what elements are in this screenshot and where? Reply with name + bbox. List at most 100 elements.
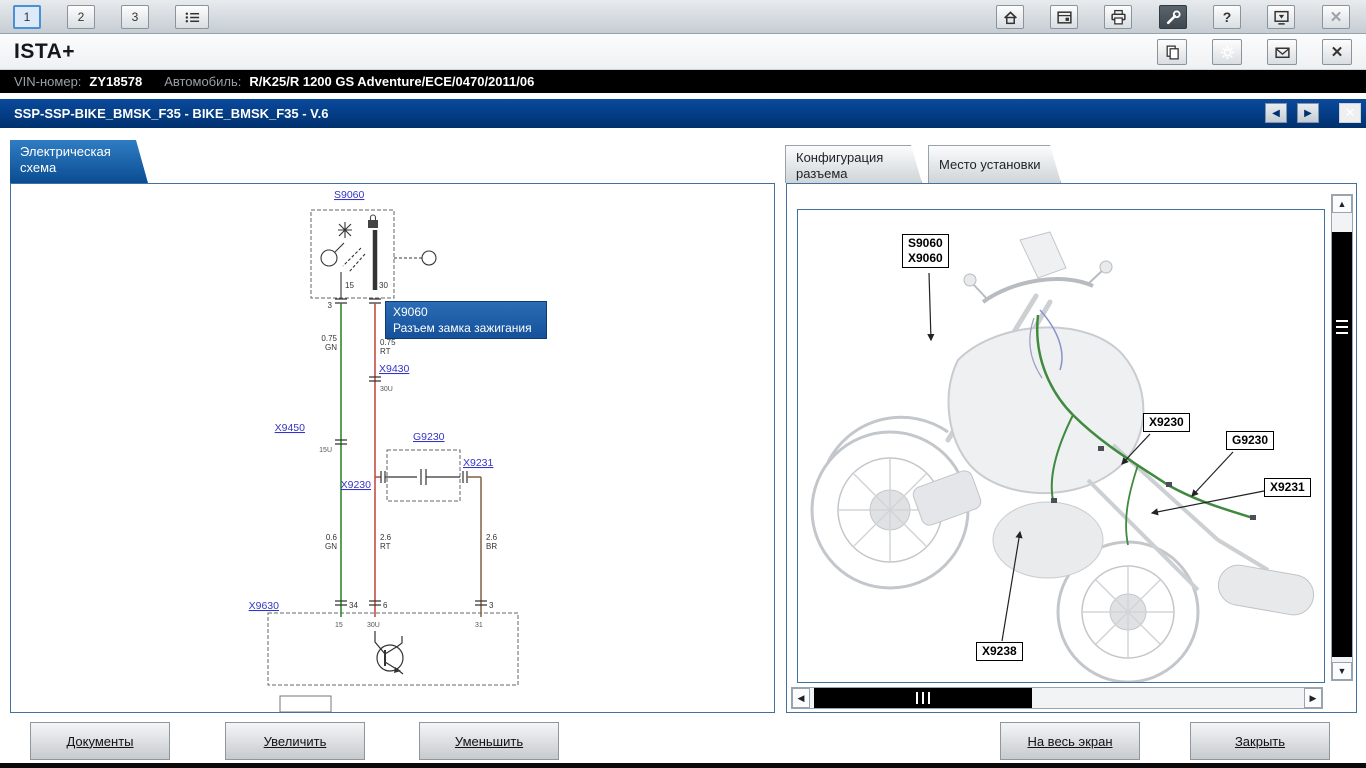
help-button[interactable]: ?	[1213, 5, 1241, 29]
wire-label: 2.6	[380, 533, 392, 542]
form-window-icon	[1056, 9, 1073, 26]
schematic-link-x9450[interactable]: X9450	[275, 422, 306, 434]
schematic-link-s9060[interactable]: S9060	[334, 189, 365, 201]
fullscreen-button[interactable]: На весь экран	[1000, 722, 1140, 760]
scroll-right-button[interactable]: ▶	[1304, 688, 1322, 708]
next-document-button[interactable]: ▶	[1297, 103, 1319, 123]
close-document-button[interactable]: ✕	[1339, 103, 1361, 123]
workflow-tab-2-button[interactable]: 2	[67, 5, 95, 29]
vertical-scrollbar-thumb[interactable]	[1332, 232, 1352, 657]
wire-label: 0.75	[380, 338, 396, 347]
tab-electrical-schematic[interactable]: Электрическая схема	[10, 140, 148, 183]
wire-label: 0.75	[321, 334, 337, 343]
vin-value: ZY18578	[89, 74, 142, 89]
arrow-right-icon: ▶	[1310, 693, 1317, 704]
connector-x9231-symbol	[463, 471, 467, 483]
callout-label: X9230	[1149, 415, 1184, 429]
workflow-tab-1-button[interactable]: 1	[13, 5, 41, 29]
callout-label: X9060	[908, 251, 943, 266]
schematic-link-x9630[interactable]: X9630	[249, 600, 280, 612]
terminal-label: 31	[475, 622, 483, 629]
switch-pin-30: 30	[379, 281, 388, 290]
tab-label: Место установки	[939, 157, 1041, 172]
scroll-left-button[interactable]: ◀	[792, 688, 810, 708]
tab-installation-location[interactable]: Место установки	[928, 145, 1061, 183]
vertical-scrollbar: ▲ ▼	[1331, 194, 1353, 681]
schematic-link-g9230[interactable]: G9230	[413, 431, 445, 443]
home-button[interactable]	[996, 5, 1024, 29]
tab-label: Электрическая схема	[20, 144, 111, 175]
callout-x9238[interactable]: X9238	[976, 642, 1023, 661]
wrench-icon	[1165, 9, 1182, 26]
partial-component-box	[280, 696, 331, 712]
wire-label: GN	[325, 343, 337, 352]
chevron-left-icon: ◀	[1272, 108, 1280, 119]
close-icon: ✕	[1331, 43, 1344, 61]
footer-bar: Документы Увеличить Уменьшить На весь эк…	[0, 713, 1366, 763]
operations-list-button[interactable]	[175, 5, 209, 29]
vehicle-details-button[interactable]	[1050, 5, 1078, 29]
g9230-element	[385, 469, 460, 485]
handlebar	[983, 279, 1093, 302]
copy-document-button[interactable]	[1157, 39, 1187, 65]
scroll-down-button[interactable]: ▼	[1332, 662, 1352, 680]
pin-label: 30U	[380, 386, 393, 393]
wire-label: GN	[325, 542, 337, 551]
exhaust-muffler	[1215, 562, 1316, 618]
windscreen	[1020, 232, 1066, 278]
workflow-tab-3-label: 3	[132, 10, 139, 24]
arrow-up-icon: ▲	[1338, 199, 1347, 209]
callout-x9231[interactable]: X9231	[1264, 478, 1311, 497]
messages-button[interactable]	[1267, 39, 1297, 65]
close-session-button[interactable]: ✕	[1322, 39, 1352, 65]
documents-button[interactable]: Документы	[30, 722, 170, 760]
close-icon: ✕	[1345, 105, 1356, 121]
tooltip-text: Разъем замка зажигания	[393, 320, 539, 336]
pin-label: 34	[349, 601, 358, 610]
copy-document-icon	[1164, 44, 1181, 61]
schematic-link-x9231[interactable]: X9231	[463, 457, 494, 469]
scroll-up-button[interactable]: ▲	[1332, 195, 1352, 213]
schematic-link-x9230[interactable]: X9230	[341, 479, 372, 491]
wire-label: BR	[486, 542, 497, 551]
workflow-tab-3-button[interactable]: 3	[121, 5, 149, 29]
terminal-label: 30U	[367, 622, 380, 629]
arrow-down-icon: ▼	[1338, 666, 1347, 676]
service-functions-button[interactable]	[1159, 5, 1187, 29]
front-fender	[828, 417, 948, 462]
toggle-view-button[interactable]	[1267, 5, 1295, 29]
workflow-tab-2-label: 2	[78, 10, 85, 24]
printer-icon	[1110, 9, 1127, 26]
app-header: ISTA+ ✕	[0, 34, 1366, 70]
callout-label: X9238	[982, 644, 1017, 658]
help-icon: ?	[1223, 9, 1232, 25]
arrow-left-icon: ◀	[798, 693, 805, 704]
vehicle-value: R/K25/R 1200 GS Adventure/ECE/0470/2011/…	[249, 74, 534, 89]
schematic-link-x9430[interactable]: X9430	[379, 363, 410, 375]
vin-label: VIN-номер:	[14, 74, 81, 89]
callout-x9230[interactable]: X9230	[1143, 413, 1190, 432]
callout-s9060-x9060[interactable]: S9060 X9060	[902, 234, 949, 268]
document-title-bar: SSP-SSP-BIKE_BMSK_F35 - BIKE_BMSK_F35 - …	[0, 99, 1366, 128]
wire-label: 0.6	[326, 533, 338, 542]
tab-connector-configuration[interactable]: Конфигурация разъема	[785, 145, 922, 183]
prev-document-button[interactable]: ◀	[1265, 103, 1287, 123]
engine-block	[993, 502, 1103, 578]
pin-label: 3	[489, 601, 494, 610]
screen-arrow-icon	[1273, 9, 1290, 26]
close-button[interactable]: Закрыть	[1190, 722, 1330, 760]
callout-label: S9060	[908, 236, 943, 251]
print-button[interactable]	[1104, 5, 1132, 29]
settings-button[interactable]	[1212, 39, 1242, 65]
horizontal-scrollbar-thumb[interactable]	[814, 688, 1032, 708]
zoom-out-button[interactable]: Уменьшить	[419, 722, 559, 760]
home-icon	[1002, 9, 1019, 26]
connector-tooltip: X9060 Разъем замка зажигания	[385, 301, 547, 339]
scrollbar-grip-icon	[916, 692, 930, 704]
bottom-strip	[0, 763, 1366, 768]
close-app-button-disabled[interactable]: ✕	[1322, 5, 1350, 29]
wire-label: 2.6	[486, 533, 498, 542]
main-toolbar: 1 2 3	[0, 0, 1366, 34]
zoom-in-button[interactable]: Увеличить	[225, 722, 365, 760]
callout-g9230[interactable]: G9230	[1226, 431, 1274, 450]
